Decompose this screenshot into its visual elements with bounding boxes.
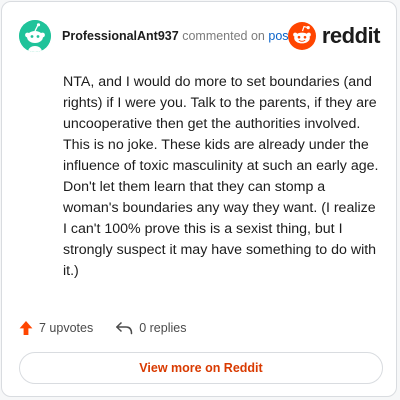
comment-actions: 7 upvotes 0 replies [19, 318, 208, 338]
reply-button[interactable]: 0 replies [115, 321, 186, 335]
reddit-logo-icon [287, 22, 316, 50]
upvote-button[interactable]: 7 upvotes [19, 320, 93, 336]
comment-body-text: NTA, and I would do more to set boundari… [63, 74, 379, 279]
reddit-wordmark: reddit [321, 23, 381, 48]
snoo-avatar-icon [19, 20, 51, 52]
reddit-brand-logo[interactable]: reddit [287, 21, 381, 51]
upvote-count: 7 upvotes [39, 321, 94, 335]
reply-arrow-icon [116, 321, 133, 335]
comment-action-text: commented on [182, 29, 265, 43]
view-more-on-reddit-button[interactable]: View more on Reddit [19, 352, 383, 384]
comment-meta: ProfessionalAnt937 commented on post [62, 28, 292, 44]
comment-card: ProfessionalAnt937 commented on post red… [1, 1, 397, 397]
comment-author-username[interactable]: ProfessionalAnt937 [62, 29, 179, 43]
upvote-arrow-icon [19, 321, 33, 335]
user-avatar[interactable] [19, 20, 51, 52]
reply-count: 0 replies [139, 321, 187, 335]
comment-header: ProfessionalAnt937 commented on post red… [19, 19, 381, 53]
